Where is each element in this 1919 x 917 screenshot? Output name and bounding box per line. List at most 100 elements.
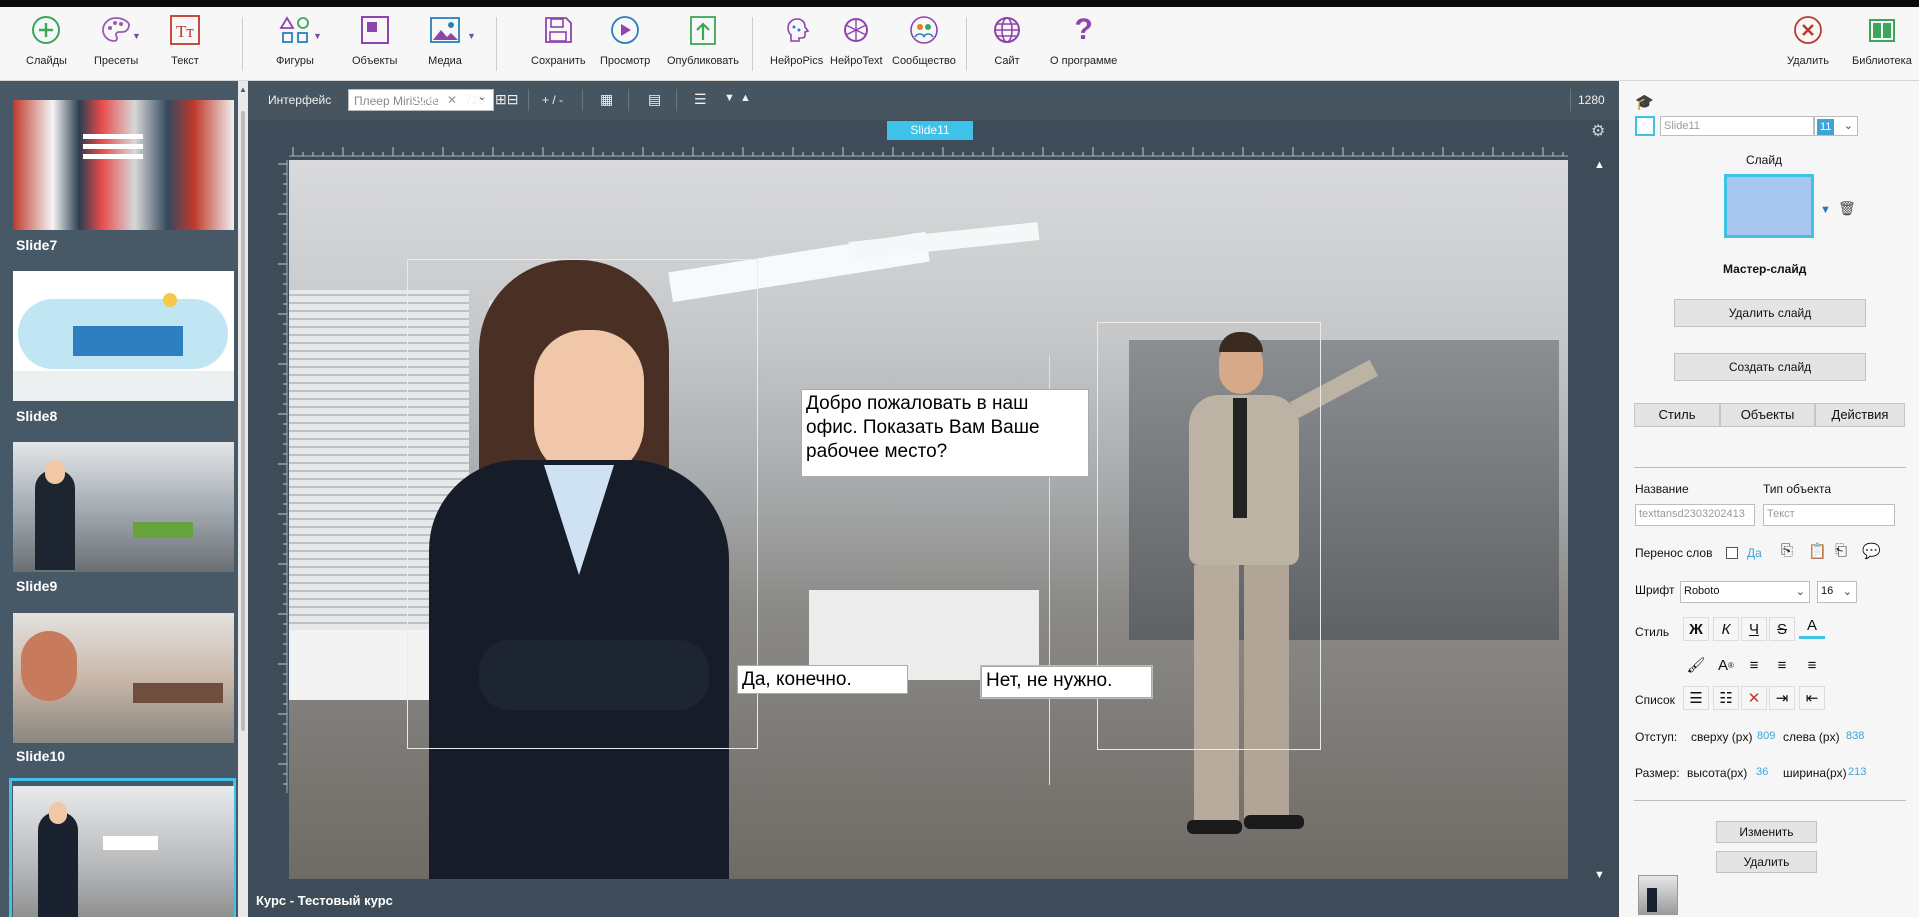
properties-panel: 🎓 Slide11 11 ⌄ Слайд ▼ 🗑 Мастер-слайд Уда… <box>1619 81 1919 917</box>
times-icon: ✕ <box>447 93 458 107</box>
slide-name-input[interactable]: Slide11 <box>1660 116 1814 136</box>
layout-icon[interactable]: ▤ <box>648 91 661 108</box>
slide-number-select[interactable]: 11 ⌄ <box>1814 116 1858 136</box>
slide9-thumbnail[interactable] <box>13 442 234 572</box>
answer-no-textbox[interactable]: Нет, не нужно. <box>980 665 1153 699</box>
svg-text:Tт: Tт <box>176 22 194 41</box>
list-view-icon[interactable]: ☰ <box>694 91 707 108</box>
settings-gear-icon[interactable]: ⚙ <box>1591 121 1605 141</box>
clear-list-icon[interactable]: ✕ <box>1741 686 1767 710</box>
trash-icon[interactable]: 🗑 <box>1838 200 1856 217</box>
font-effect-icon[interactable]: A ® <box>1713 653 1739 677</box>
tab-actions[interactable]: Действия <box>1815 403 1905 427</box>
canvas-width-value[interactable]: 1280 <box>413 93 440 107</box>
size-height-value[interactable]: 36 <box>1756 766 1768 778</box>
grid-plusminus-icon[interactable]: ⊞⊟ <box>495 91 518 108</box>
bullet-list-icon[interactable]: ☰ <box>1683 686 1709 710</box>
size-width-value[interactable]: 213 <box>1848 766 1866 778</box>
delete-slide-button[interactable]: Удалить слайд <box>1674 299 1866 327</box>
tab-style[interactable]: Стиль <box>1634 403 1720 427</box>
canvas-height-value[interactable]: 720 <box>465 93 485 107</box>
indent-left-value[interactable]: 838 <box>1846 730 1864 742</box>
text-button[interactable]: Tт Текст <box>168 13 202 75</box>
publish-button[interactable]: Опубликовать <box>667 13 739 75</box>
grid-icon[interactable]: ▦ <box>600 91 613 108</box>
preview-button[interactable]: Просмотр <box>600 13 650 75</box>
paste-style-icon[interactable]: ⎗ <box>1835 542 1847 559</box>
close-icon <box>1791 13 1825 47</box>
shapes-caret-icon[interactable]: ▼ <box>313 31 322 41</box>
slide10-thumbnail[interactable] <box>13 613 234 743</box>
copy-icon[interactable]: ⎘ <box>1781 542 1793 559</box>
move-up-icon[interactable]: ▲ <box>740 92 751 104</box>
woman-selection-frame <box>407 259 758 749</box>
slide11-thumbnail-selection[interactable] <box>9 778 236 917</box>
media-button[interactable]: Медиа <box>428 13 462 75</box>
answer-yes-textbox[interactable]: Да, конечно. <box>737 665 908 694</box>
comment-icon[interactable]: 💬 <box>1862 542 1881 560</box>
slide8-thumbnail[interactable] <box>13 271 234 401</box>
save-button[interactable]: Сохранить <box>531 13 586 75</box>
text-label: Текст <box>171 55 199 67</box>
align-left-icon[interactable]: ≡ <box>1741 653 1767 677</box>
canvas-toolbar: Интерфейс Плеер MiriSlide 1280 ✕ 720 ⊞⊟ … <box>248 81 1619 120</box>
about-button[interactable]: ? О программе <box>1050 13 1117 75</box>
window-top-edge <box>0 0 1919 7</box>
align-center-icon[interactable]: ≡ <box>1769 653 1795 677</box>
media-caret-icon[interactable]: ▼ <box>467 31 476 41</box>
scroll-up-icon[interactable]: ▲ <box>1594 159 1605 171</box>
neurotext-button[interactable]: НейроText <box>830 13 883 75</box>
word-wrap-checkbox[interactable] <box>1726 547 1738 559</box>
font-label: Шрифт <box>1635 583 1675 597</box>
scroll-down-icon[interactable]: ▼ <box>1594 869 1605 881</box>
slide-tab[interactable]: Slide11 <box>887 121 973 140</box>
indent-top-value[interactable]: 809 <box>1757 730 1775 742</box>
graduation-cap-icon[interactable]: 🎓 <box>1635 93 1654 111</box>
about-label: О программе <box>1050 55 1118 67</box>
underline-button[interactable]: Ч <box>1741 617 1767 641</box>
size-height-label: высота(px) <box>1687 766 1748 780</box>
object-name-input[interactable]: texttansd2303202413 <box>1635 504 1755 526</box>
slide-canvas[interactable]: Добро пожаловать в наш офис. Показать Ва… <box>289 160 1568 879</box>
paste-icon[interactable]: 📋 <box>1808 542 1827 560</box>
align-right-icon[interactable]: ≡ <box>1799 653 1825 677</box>
highlight-icon[interactable]: 🖌 <box>1683 653 1709 677</box>
objects-button[interactable]: Объекты <box>352 13 397 75</box>
move-down-icon[interactable]: ▼ <box>724 92 735 104</box>
presets-caret-icon[interactable]: ▼ <box>132 31 141 41</box>
word-wrap-label: Перенос слов <box>1635 546 1713 560</box>
slide-color-swatch[interactable] <box>1635 116 1655 136</box>
thumbnail-scrollbar[interactable]: ▲ <box>238 81 248 917</box>
shapes-button[interactable]: Фигуры <box>276 13 314 75</box>
neuropics-button[interactable]: НейроPics <box>770 13 823 75</box>
strikethrough-button[interactable]: S <box>1769 617 1795 641</box>
divider <box>1634 467 1906 468</box>
tab-objects[interactable]: Объекты <box>1720 403 1815 427</box>
text-color-button[interactable]: A <box>1799 615 1825 639</box>
remove-button[interactable]: Удалить <box>1716 851 1817 873</box>
play-icon <box>608 13 642 47</box>
library-label: Библиотека <box>1852 55 1912 67</box>
create-slide-button[interactable]: Создать слайд <box>1674 353 1866 381</box>
zoom-control[interactable]: + / - <box>542 93 563 107</box>
library-button[interactable]: Библиотека <box>1852 13 1912 75</box>
slide7-thumbnail[interactable] <box>13 100 234 230</box>
font-family-select[interactable]: Roboto ⌄ <box>1680 581 1810 603</box>
bold-button[interactable]: Ж <box>1683 617 1709 641</box>
change-button[interactable]: Изменить <box>1716 821 1817 843</box>
presets-button[interactable]: Пресеты <box>94 13 138 75</box>
object-thumbnail[interactable] <box>1638 875 1678 915</box>
welcome-textbox[interactable]: Добро пожаловать в наш офис. Показать Ва… <box>801 389 1089 477</box>
community-button[interactable]: Сообщество <box>892 13 956 75</box>
swatch-dropdown-icon[interactable]: ▼ <box>1820 204 1831 216</box>
font-size-select[interactable]: 16 ⌄ <box>1817 581 1857 603</box>
indent-decrease-icon[interactable]: ⇤ <box>1799 686 1825 710</box>
indent-increase-icon[interactable]: ⇥ <box>1769 686 1795 710</box>
delete-button[interactable]: Удалить <box>1787 13 1829 75</box>
numbered-list-icon[interactable]: ☷ <box>1713 686 1739 710</box>
site-button[interactable]: Сайт <box>990 13 1024 75</box>
slides-button[interactable]: Слайды <box>26 13 67 75</box>
slide-preview-swatch[interactable] <box>1724 174 1814 238</box>
italic-button[interactable]: К <box>1713 617 1739 641</box>
toolbar-divider <box>242 17 243 71</box>
